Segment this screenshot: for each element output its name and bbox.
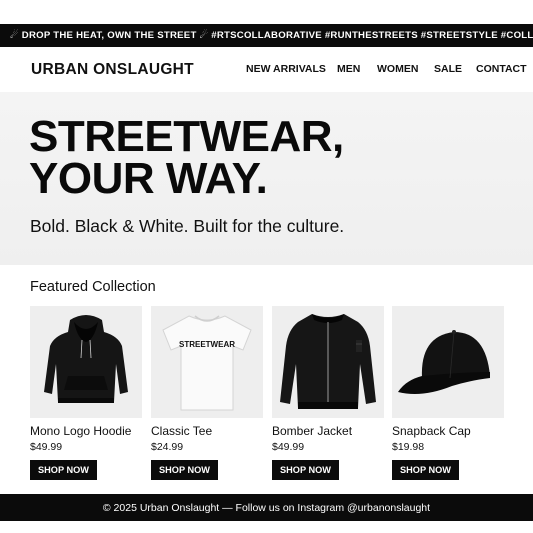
shop-now-button[interactable]: SHOP NOW xyxy=(272,460,339,480)
bomber-jacket-image[interactable] xyxy=(272,306,384,418)
cap-image[interactable] xyxy=(392,306,504,418)
brand-logo[interactable]: URBAN ONSLAUGHT xyxy=(31,61,194,79)
tee-print-text: STREETWEAR xyxy=(179,340,235,349)
nav-new-arrivals[interactable]: NEW ARRIVALS xyxy=(246,63,326,75)
hero-title: STREETWEAR, YOUR WAY. xyxy=(29,112,344,203)
nav-men[interactable]: MEN xyxy=(337,63,360,75)
product-price: $49.99 xyxy=(30,441,63,453)
product-name[interactable]: Classic Tee xyxy=(151,424,212,438)
product-name[interactable]: Snapback Cap xyxy=(392,424,471,438)
product-card-bomber: Bomber Jacket $49.99 SHOP NOW xyxy=(272,306,384,480)
tee-image[interactable]: STREETWEAR xyxy=(151,306,263,418)
product-card-cap: Snapback Cap $19.98 SHOP NOW xyxy=(392,306,504,480)
featured-collection-title: Featured Collection xyxy=(30,279,156,295)
shop-now-button[interactable]: SHOP NOW xyxy=(30,460,97,480)
footer-text: © 2025 Urban Onslaught — Follow us on In… xyxy=(102,501,431,514)
announcement-ticker: ☄ DROP THE HEAT, OWN THE STREET ☄ #RTSCO… xyxy=(0,24,533,47)
hero-title-line-1: STREETWEAR, xyxy=(29,112,344,161)
shop-now-button[interactable]: SHOP NOW xyxy=(392,460,459,480)
site-header: URBAN ONSLAUGHT NEW ARRIVALS MEN WOMEN S… xyxy=(0,47,533,92)
nav-women[interactable]: WOMEN xyxy=(377,63,418,75)
product-card-hoodie: Mono Logo Hoodie $49.99 SHOP NOW xyxy=(30,306,142,480)
site-footer: © 2025 Urban Onslaught — Follow us on In… xyxy=(0,494,533,521)
product-name[interactable]: Bomber Jacket xyxy=(272,424,352,438)
product-price: $49.99 xyxy=(272,441,305,453)
nav-contact[interactable]: CONTACT xyxy=(476,63,527,75)
product-price: $24.99 xyxy=(151,441,184,453)
nav-sale[interactable]: SALE xyxy=(434,63,462,75)
product-price: $19.98 xyxy=(392,441,425,453)
shop-now-button[interactable]: SHOP NOW xyxy=(151,460,218,480)
hoodie-image[interactable] xyxy=(30,306,142,418)
product-card-tee: STREETWEAR Classic Tee $24.99 SHOP NOW xyxy=(151,306,263,480)
ticker-text: ☄ DROP THE HEAT, OWN THE STREET ☄ #RTSCO… xyxy=(10,30,533,41)
hero-subtitle: Bold. Black & White. Built for the cultu… xyxy=(30,216,345,236)
product-name[interactable]: Mono Logo Hoodie xyxy=(30,424,131,438)
hero-banner: STREETWEAR, YOUR WAY. Bold. Black & Whit… xyxy=(0,92,533,265)
hero-title-line-2: YOUR WAY. xyxy=(29,154,268,203)
